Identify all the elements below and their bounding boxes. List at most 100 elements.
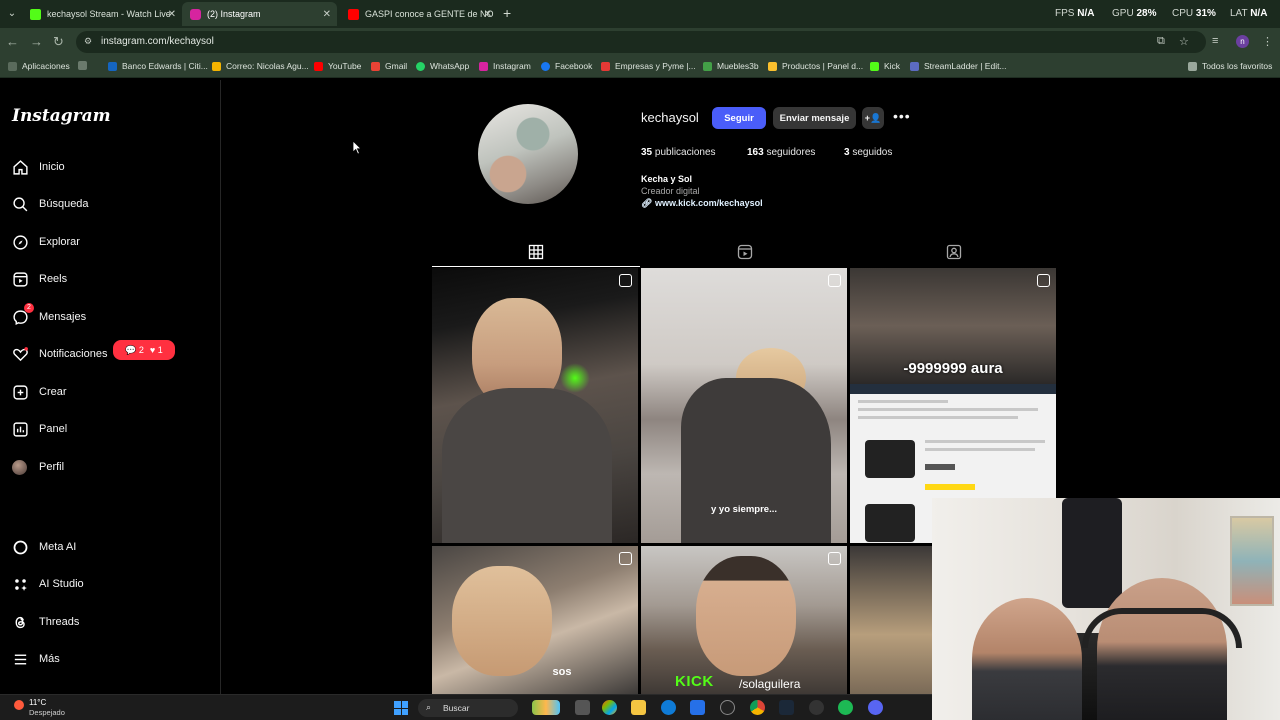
sidebar-item-meta-ai[interactable]: Meta AI — [12, 535, 76, 559]
tab-title: kechaysol Stream - Watch Live — [47, 9, 171, 19]
posts-grid-tab-icon[interactable] — [528, 244, 544, 260]
close-tab-icon[interactable]: ✕ — [484, 9, 492, 20]
heart-icon — [13, 346, 28, 361]
bookmark-empresas[interactable]: Empresas y Pyme |... — [601, 61, 696, 71]
site-info-icon[interactable]: ⚙ — [84, 36, 92, 47]
post-thumbnail[interactable]: KICK /solaguilera — [641, 546, 847, 694]
close-tab-icon[interactable]: ✕ — [323, 9, 331, 20]
bookmark-kick[interactable]: Kick — [870, 61, 900, 71]
reel-indicator-icon — [828, 552, 841, 565]
windows-start-icon[interactable] — [394, 701, 408, 715]
browser-tab-bar: ⌄ kechaysol Stream - Watch Live ✕ (2) In… — [0, 0, 1280, 28]
file-explorer-icon[interactable] — [631, 700, 646, 715]
profile-picture[interactable] — [478, 104, 578, 204]
bookmark-apps[interactable]: Aplicaciones — [8, 61, 70, 71]
url-text[interactable]: instagram.com/kechaysol — [101, 36, 214, 47]
obs-icon[interactable] — [809, 700, 824, 715]
compass-icon — [13, 234, 28, 250]
store-icon[interactable] — [690, 700, 705, 715]
dell-icon[interactable] — [720, 700, 735, 715]
sidebar-item-reels[interactable]: Reels — [12, 267, 67, 291]
suggested-users-button[interactable]: +👤 — [862, 107, 884, 129]
tab-youtube[interactable]: GASPI conoce a GENTE de NO ✕ — [340, 2, 498, 26]
widget-icon[interactable] — [532, 700, 560, 715]
back-arrow-icon[interactable]: ← — [6, 34, 19, 49]
muebles-favicon-icon — [703, 61, 712, 71]
close-tab-icon[interactable]: ✕ — [168, 9, 176, 20]
post-caption: -9999999 aura — [903, 360, 1003, 377]
tab-kick-stream[interactable]: kechaysol Stream - Watch Live ✕ — [22, 2, 182, 26]
tab-list-chevron-icon[interactable]: ⌄ — [4, 6, 20, 22]
sidebar-item-ai-studio[interactable]: AI Studio — [12, 572, 84, 596]
whatsapp-favicon-icon — [416, 61, 425, 71]
bookmark-gmail[interactable]: Gmail — [371, 61, 407, 71]
send-message-button[interactable]: Enviar mensaje — [773, 107, 856, 129]
sidebar-item-perfil[interactable]: Perfil — [12, 455, 64, 479]
copilot-icon[interactable] — [602, 700, 617, 715]
chrome-icon[interactable] — [750, 700, 765, 715]
sidebar-item-busqueda[interactable]: Búsqueda — [12, 192, 89, 216]
notifications-popup-pill[interactable]: 💬 2 ♥ 1 — [113, 340, 175, 360]
post-thumbnail[interactable]: sos — [432, 546, 638, 694]
sidebar-item-notificaciones[interactable]: Notificaciones — [12, 342, 107, 366]
add-cart-button-shape — [925, 484, 975, 490]
sidebar-item-explorar[interactable]: Explorar — [12, 230, 80, 254]
post-thumbnail[interactable]: y yo siempre... — [641, 268, 847, 543]
spotify-icon[interactable] — [838, 700, 853, 715]
browser-profile-avatar[interactable]: n — [1236, 35, 1249, 48]
forward-arrow-icon[interactable]: → — [30, 34, 43, 49]
bookmark-youtube[interactable]: YouTube — [314, 61, 361, 71]
messages-badge: 2 — [24, 303, 34, 313]
bookmark-correo[interactable]: Correo: Nicolas Agu... — [212, 61, 309, 71]
sidebar-item-crear[interactable]: Crear — [12, 380, 67, 404]
reload-icon[interactable]: ↻ — [53, 34, 64, 50]
bookmark-productos[interactable]: Productos | Panel d... — [768, 61, 863, 71]
threads-icon — [15, 616, 25, 628]
install-app-icon[interactable]: ⧉ — [1157, 35, 1165, 48]
browser-menu-icon[interactable]: ⋮ — [1262, 35, 1273, 48]
bookmark-tab-groups[interactable] — [78, 61, 87, 70]
discord-icon[interactable] — [868, 700, 883, 715]
taskbar-search[interactable]: ⌕ Buscar — [418, 699, 518, 717]
all-favorites-folder[interactable]: Todos los favoritos — [1188, 61, 1272, 71]
post-thumbnail[interactable] — [432, 268, 638, 543]
hoodie-figure — [442, 388, 612, 543]
instagram-logo[interactable]: Instagram — [12, 106, 111, 126]
new-tab-button[interactable]: + — [503, 5, 511, 21]
reading-list-icon[interactable]: ≡ — [1212, 35, 1218, 47]
sidebar-item-panel[interactable]: Panel — [12, 417, 67, 441]
follow-button[interactable]: Seguir — [712, 107, 766, 129]
sidebar-item-mas[interactable]: Más — [12, 647, 60, 671]
followers-stat[interactable]: 163 seguidores — [747, 147, 815, 158]
bookmark-star-icon[interactable]: ☆ — [1179, 35, 1189, 48]
task-view-icon[interactable] — [575, 700, 590, 715]
bookmark-instagram[interactable]: Instagram — [479, 61, 531, 71]
bookmark-streamladder[interactable]: StreamLadder | Edit... — [910, 61, 1007, 71]
kick-favicon-icon — [30, 8, 41, 20]
sidebar-item-threads[interactable]: Threads — [12, 610, 79, 634]
mouse-cursor-icon — [352, 140, 362, 155]
text-line — [858, 416, 1018, 419]
weather-temperature[interactable]: 11°C — [29, 698, 46, 707]
following-stat[interactable]: 3 seguidos — [844, 147, 892, 158]
steam-icon[interactable] — [779, 700, 794, 715]
post-thumbnail[interactable] — [850, 546, 932, 694]
weather-icon[interactable] — [14, 700, 24, 710]
tab-instagram[interactable]: (2) Instagram ✕ — [182, 2, 337, 26]
bookmark-facebook[interactable]: Facebook — [541, 61, 592, 71]
weather-description[interactable]: Despejado — [29, 708, 65, 717]
fps-readout: FPS N/A — [1055, 8, 1095, 19]
bookmark-banco[interactable]: Banco Edwards | Citi... — [108, 61, 208, 71]
reels-tab-icon[interactable] — [737, 244, 753, 260]
edge-icon[interactable] — [661, 700, 676, 715]
sidebar-item-mensajes[interactable]: 2 Mensajes — [12, 303, 86, 329]
facebook-favicon-icon — [541, 61, 550, 71]
tagged-tab-icon[interactable] — [946, 244, 962, 260]
profile-link[interactable]: 🔗︎ www.kick.com/kechaysol — [641, 198, 763, 209]
url-field[interactable]: ⚙ instagram.com/kechaysol — [76, 31, 1206, 53]
bookmark-whatsapp[interactable]: WhatsApp — [416, 61, 469, 71]
more-options-icon[interactable]: ••• — [893, 108, 911, 124]
sidebar-item-inicio[interactable]: Inicio — [12, 155, 65, 179]
profile-avatar — [12, 459, 27, 475]
bookmark-muebles3b[interactable]: Muebles3b — [703, 61, 759, 71]
